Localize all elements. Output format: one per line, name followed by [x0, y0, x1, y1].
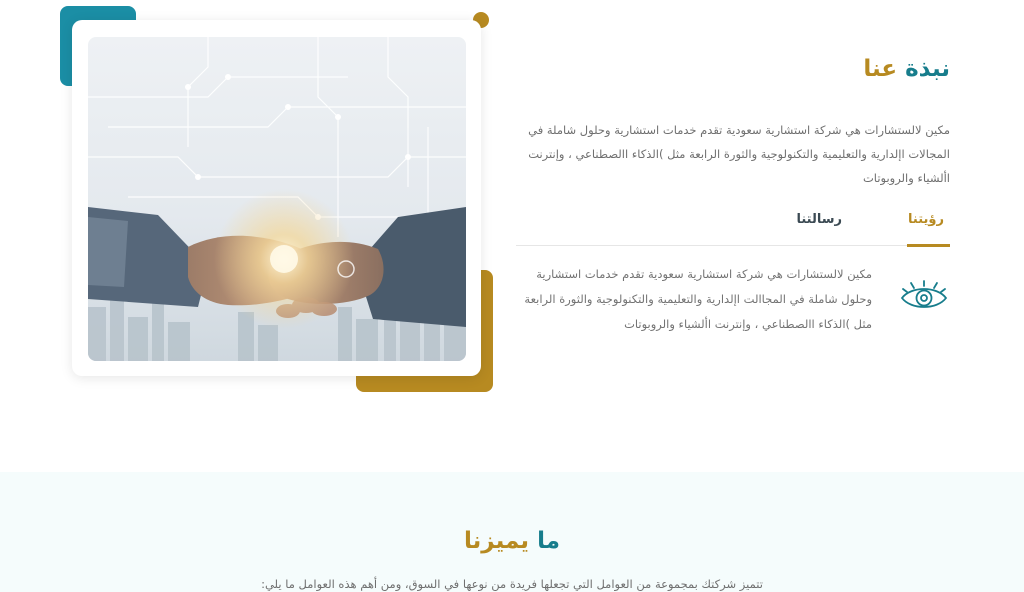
tab-mission[interactable]: رسالتنا: [796, 212, 842, 227]
about-title-part1: نبذة: [905, 56, 950, 82]
tab-vision[interactable]: رؤيتنا: [908, 212, 944, 227]
about-title: نبذة عنا: [863, 56, 950, 82]
about-description: مكين لالستشارات هي شركة استشارية سعودية …: [528, 123, 950, 185]
active-tab-indicator: [907, 244, 950, 247]
about-section: نبذة عنا مكين لالستشارات هي شركة استشاري…: [0, 0, 1024, 472]
about-image-card: [72, 20, 481, 376]
features-subtitle: تتميز شركتك بمجموعة من العوامل التي تجعل…: [261, 577, 763, 591]
about-tabs: رؤيتنا رسالتنا: [516, 208, 950, 247]
features-section: ما يميزنا تتميز شركتك بمجموعة من العوامل…: [0, 472, 1024, 592]
features-title: ما يميزنا: [0, 528, 1024, 554]
features-title-part2: يميزنا: [464, 528, 530, 554]
tab-content-text: مكين لالستشارات هي شركة استشارية سعودية …: [524, 267, 872, 331]
eye-icon: [900, 280, 948, 308]
about-title-part2: عنا: [863, 56, 898, 82]
features-title-part1: ما: [537, 528, 560, 554]
business-handshake-image: [88, 37, 466, 361]
